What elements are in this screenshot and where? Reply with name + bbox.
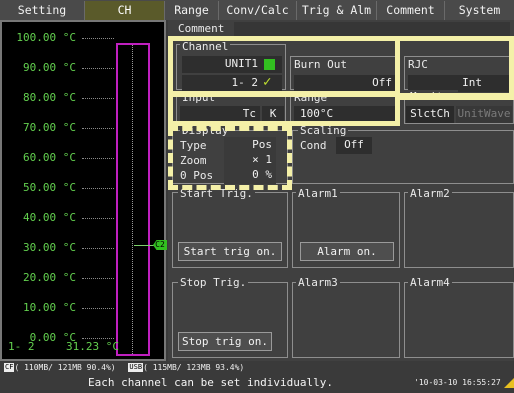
cf-card-icon: CF [4,363,15,372]
y-axis-label: 90.00 °C [23,61,76,74]
comment-label: Comment [178,22,225,35]
tab-comment[interactable]: Comment [376,1,444,20]
level-graph: 100.00 °C 90.00 °C 80.00 °C 70.00 °C 60.00 °… [0,20,167,361]
y-gridline [82,128,114,129]
y-gridline [82,98,114,99]
stop-trig-button[interactable]: Stop trig on. [178,332,272,351]
alarm3-label: Alarm3 [296,276,340,289]
tab-system[interactable]: System [444,1,514,20]
signal-icon [504,378,514,388]
highlight-rjc-box [396,36,514,98]
highlight-display-box [168,126,292,190]
stop-trig-label: Stop Trig. [178,276,249,289]
highlight-input-range-box [168,92,400,126]
tab-trig-alm[interactable]: Trig & Alm [296,1,376,20]
y-axis-label: 10.00 °C [23,301,76,314]
highlight-channel-box [168,36,400,96]
y-axis-label: 70.00 °C [23,121,76,134]
y-axis-label: 30.00 °C [23,241,76,254]
y-gridline [82,158,114,159]
usb-usage-text: ( 115MB/ 123MB 93.4%) [143,363,245,372]
alarm3-group [292,282,400,358]
y-gridline [82,308,114,309]
usb-icon: USB [128,363,144,372]
comment-field[interactable] [234,22,510,36]
y-axis-label: 80.00 °C [23,91,76,104]
graph-track-midline [132,45,133,354]
tab-range[interactable]: Range [164,1,218,20]
alarm4-group [404,282,514,358]
y-gridline [82,278,114,279]
y-gridline [82,188,114,189]
graph-channel-label: 1- 2 [8,340,35,353]
alarm1-label: Alarm1 [296,187,340,200]
status-message: Each channel can be set individually. [88,376,334,389]
y-gridline [82,38,114,39]
cond-label: Cond [300,139,327,152]
cond-select[interactable]: Off [336,137,372,154]
graph-current-value: 31.23 °C [66,340,119,353]
tab-ch[interactable]: CH [84,1,164,20]
channel-settings-panel: Comment Channel UNIT1 1- 2 ✓ Burn Out Of… [168,20,514,361]
y-gridline [82,218,114,219]
y-gridline [82,338,114,339]
cf-usage-text: ( 110MB/ 121MB 90.4%) [14,363,116,372]
y-gridline [82,68,114,69]
tab-setting[interactable]: Setting [0,1,84,20]
storage-info: CF( 110MB/ 121MB 90.4%) USB( 115MB/ 123M… [4,363,244,372]
monitor-unitwave-button[interactable]: UnitWave [456,106,512,123]
tab-bar: Setting CH Range Conv/Calc Trig & Alm Co… [0,0,514,20]
alarm4-label: Alarm4 [408,276,452,289]
channel-level-line [134,245,154,246]
tab-conv-calc[interactable]: Conv/Calc [218,1,296,20]
start-trig-button[interactable]: Start trig on. [178,242,282,261]
graph-track [116,43,150,356]
monitor-slctch-button[interactable]: SlctCh [406,106,454,123]
y-axis-label: 40.00 °C [23,211,76,224]
y-gridline [82,248,114,249]
alarm-on-button[interactable]: Alarm on. [300,242,394,261]
y-axis-label: 20.00 °C [23,271,76,284]
y-axis-label: 50.00 °C [23,181,76,194]
channel-marker-icon: C2 [153,240,167,250]
alarm2-group [404,192,514,268]
alarm2-label: Alarm2 [408,187,452,200]
status-datetime: '10-03-10 16:55:27 [414,378,501,387]
status-bar: CF( 110MB/ 121MB 90.4%) USB( 115MB/ 123M… [0,361,514,393]
y-axis-label: 100.00 °C [16,31,76,44]
y-axis-label: 60.00 °C [23,151,76,164]
